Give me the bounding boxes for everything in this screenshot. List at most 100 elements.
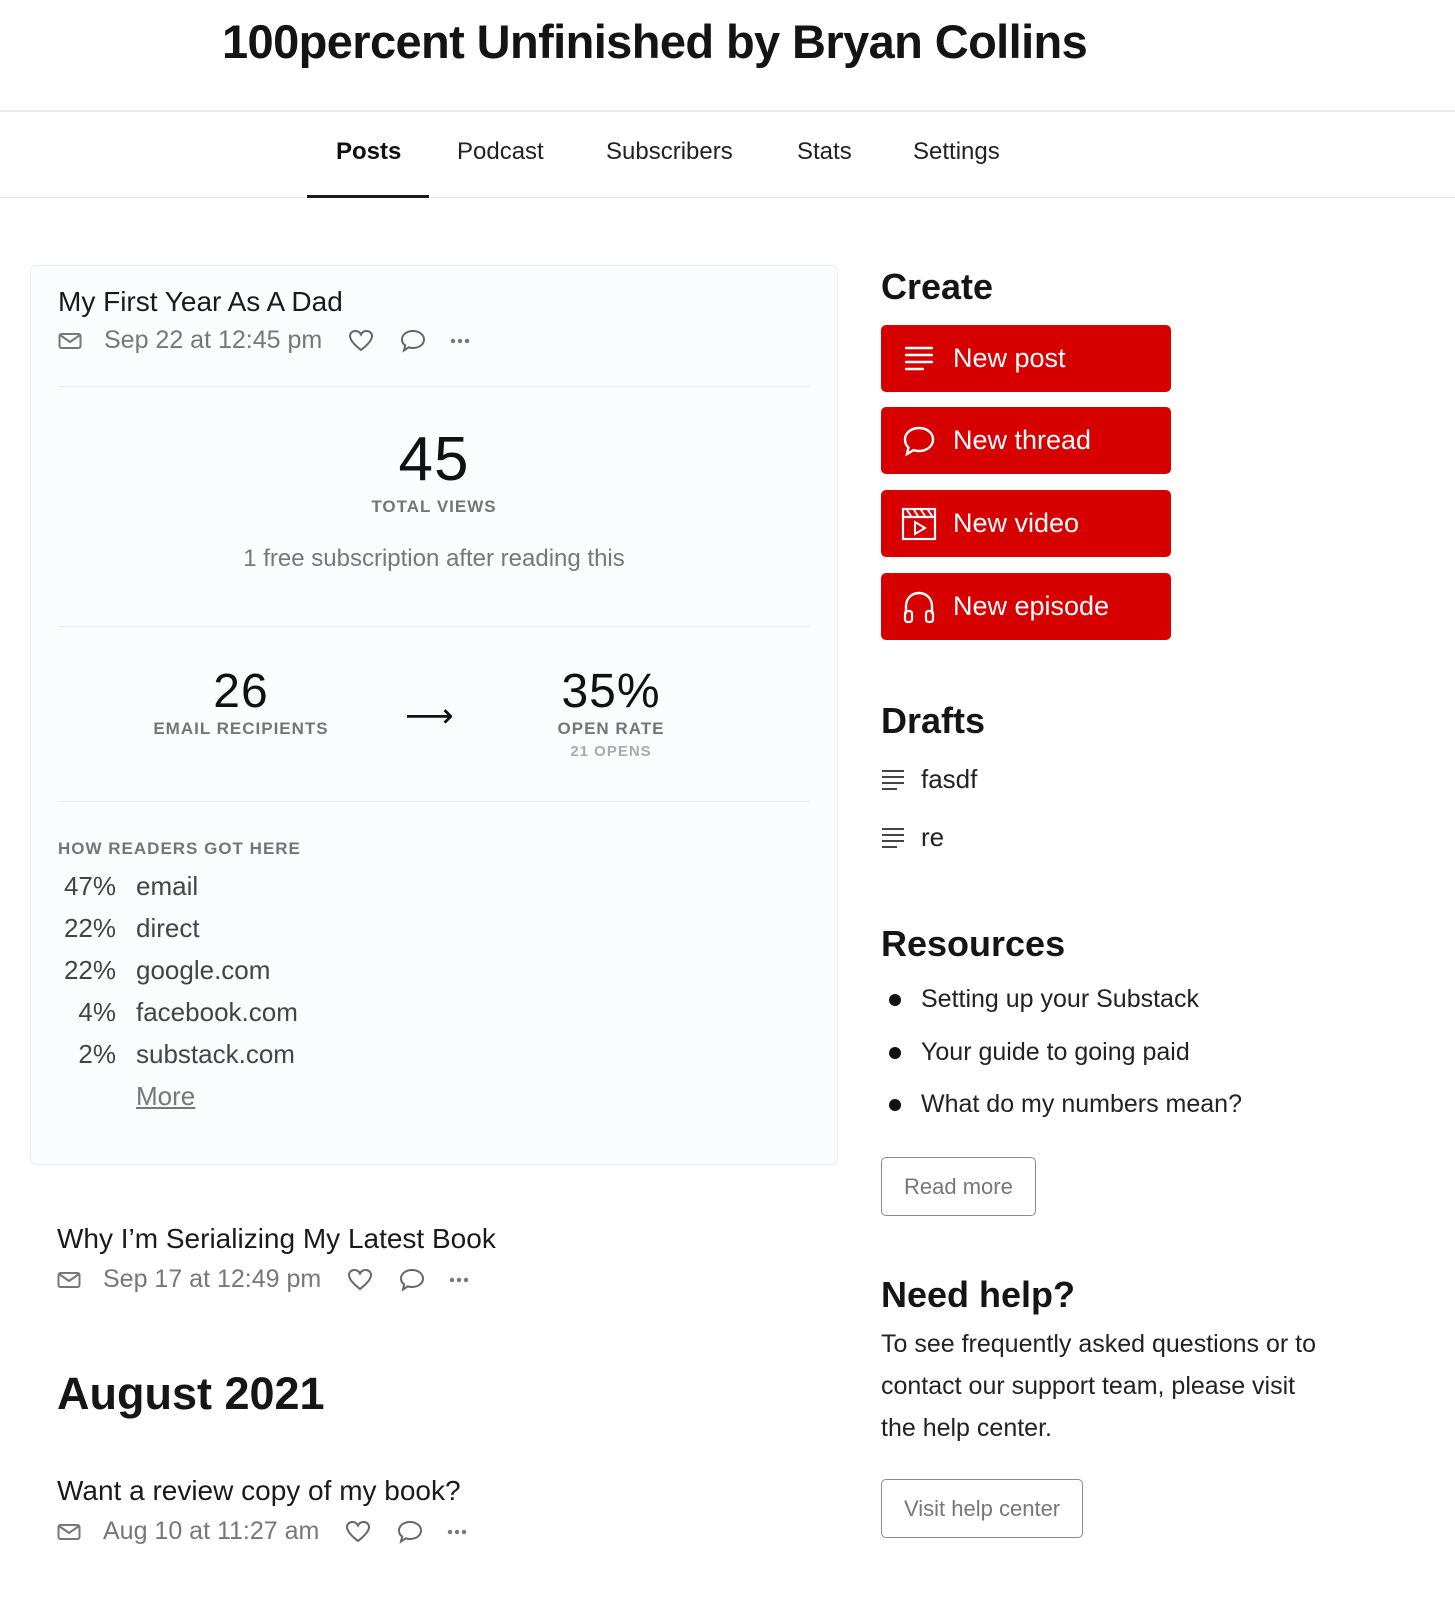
draft-lines-icon <box>881 826 907 850</box>
more-icon[interactable] <box>447 1529 467 1535</box>
post-date: Aug 10 at 11:27 am <box>103 1517 320 1545</box>
tab-podcast[interactable]: Podcast <box>457 138 544 198</box>
referrer-row: 22% direct <box>58 907 301 949</box>
open-rate-label: OPEN RATE <box>557 719 665 738</box>
draft-item[interactable]: re <box>881 822 944 853</box>
featured-post-card: My First Year As A Dad Sep 22 at 12:45 p… <box>30 265 838 1165</box>
resource-label: What do my numbers mean? <box>921 1090 1242 1118</box>
new-episode-button[interactable]: New episode <box>881 573 1171 640</box>
referrer-source: email <box>136 870 199 901</box>
new-thread-label: New thread <box>953 425 1092 455</box>
draft-title: re <box>921 822 945 852</box>
new-episode-label: New episode <box>953 591 1110 621</box>
total-views-label: TOTAL VIEWS <box>371 497 497 516</box>
drafts-heading: Drafts <box>881 700 986 741</box>
referrer-source: facebook.com <box>136 996 298 1027</box>
publication-header: 100percent Unfinished by Bryan Collins <box>0 0 1455 112</box>
new-video-label: New video <box>953 508 1080 538</box>
more-referrers-link[interactable]: More <box>136 1081 195 1112</box>
post-title[interactable]: Want a review copy of my book? <box>57 1475 467 1507</box>
email-recipients-value: 26 <box>213 665 269 718</box>
draft-title: fasdf <box>921 764 978 794</box>
open-rate-value: 35% <box>561 665 661 718</box>
email-recipients-block: 26 EMAIL RECIPIENTS <box>141 664 341 739</box>
new-post-label: New post <box>953 343 1066 373</box>
post-meta: Sep 22 at 12:45 pm <box>58 326 470 355</box>
referrer-pct: 47% <box>63 870 116 901</box>
month-heading: August 2021 <box>57 1368 325 1419</box>
tab-settings[interactable]: Settings <box>913 138 1000 198</box>
arrow-icon: ⟶ <box>405 697 454 735</box>
help-text: To see frequently asked questions or to … <box>881 1330 1316 1442</box>
subscription-note: 1 free subscription after reading this <box>243 545 625 572</box>
thread-bubble-icon <box>901 423 937 459</box>
more-icon[interactable] <box>450 338 470 344</box>
email-recipients-label: EMAIL RECIPIENTS <box>153 719 329 738</box>
card-divider <box>58 386 810 387</box>
referrer-source: direct <box>136 912 200 943</box>
referrer-row: 4% facebook.com <box>58 991 301 1033</box>
bullet-icon <box>889 1046 901 1059</box>
post-item: Why I’m Serializing My Latest Book Sep 1… <box>57 1223 496 1294</box>
new-post-button[interactable]: New post <box>881 325 1171 392</box>
heart-icon[interactable] <box>347 1268 373 1292</box>
active-tab-indicator <box>307 195 429 198</box>
email-icon <box>58 332 82 350</box>
referrer-pct: 4% <box>78 996 116 1027</box>
resource-label: Setting up your Substack <box>921 985 1199 1013</box>
card-divider <box>58 626 810 627</box>
post-meta: Sep 17 at 12:49 pm <box>57 1265 496 1294</box>
new-video-button[interactable]: New video <box>881 490 1171 557</box>
referrer-pct: 22% <box>63 954 116 985</box>
comment-icon[interactable] <box>400 329 426 353</box>
comment-icon[interactable] <box>399 1268 425 1292</box>
referrer-pct: 22% <box>63 912 116 943</box>
resource-link[interactable]: What do my numbers mean? <box>881 1090 1242 1119</box>
new-thread-button[interactable]: New thread <box>881 407 1171 474</box>
more-icon[interactable] <box>449 1277 469 1283</box>
resource-link[interactable]: Setting up your Substack <box>881 985 1199 1014</box>
read-more-button[interactable]: Read more <box>881 1157 1036 1216</box>
post-date: Sep 17 at 12:49 pm <box>103 1265 322 1293</box>
referrers-section: HOW READERS GOT HERE 47% email 22% direc… <box>58 839 301 1117</box>
open-rate-block: 35% OPEN RATE 21 OPENS <box>511 664 711 760</box>
total-views-block: 45 TOTAL VIEWS 1 free subscription after… <box>31 424 837 573</box>
total-views-value: 45 <box>398 425 470 494</box>
bullet-icon <box>889 993 901 1006</box>
tab-posts[interactable]: Posts <box>336 138 401 198</box>
draft-lines-icon <box>881 768 907 792</box>
referrers-heading: HOW READERS GOT HERE <box>58 839 301 858</box>
email-icon <box>57 1271 81 1289</box>
referrer-row: 2% substack.com <box>58 1033 301 1075</box>
visit-help-center-button[interactable]: Visit help center <box>881 1479 1084 1538</box>
tab-stats[interactable]: Stats <box>797 138 852 198</box>
post-item: Want a review copy of my book? Aug 10 at… <box>57 1475 467 1546</box>
heart-icon[interactable] <box>348 329 374 353</box>
tab-subscribers[interactable]: Subscribers <box>606 138 733 198</box>
card-divider <box>58 801 810 802</box>
video-clapper-icon <box>901 506 937 542</box>
comment-icon[interactable] <box>397 1520 423 1544</box>
referrer-row: 47% email <box>58 865 301 907</box>
post-lines-icon <box>901 341 937 377</box>
create-heading: Create <box>881 266 994 307</box>
referrer-row: More <box>58 1075 301 1117</box>
nav-tabs: Posts Podcast Subscribers Stats Settings <box>0 112 1455 198</box>
post-meta: Aug 10 at 11:27 am <box>57 1517 467 1546</box>
referrer-pct: 2% <box>78 1038 116 1069</box>
referrer-source: substack.com <box>136 1038 295 1069</box>
bullet-icon <box>889 1098 901 1111</box>
draft-item[interactable]: fasdf <box>881 764 977 795</box>
email-icon <box>57 1523 81 1541</box>
help-heading: Need help? <box>881 1274 1076 1315</box>
referrer-source: google.com <box>136 954 271 985</box>
referrer-row: 22% google.com <box>58 949 301 991</box>
post-title[interactable]: Why I’m Serializing My Latest Book <box>57 1223 496 1255</box>
heart-icon[interactable] <box>345 1520 371 1544</box>
resources-heading: Resources <box>881 923 1066 964</box>
resource-link[interactable]: Your guide to going paid <box>881 1038 1190 1067</box>
publication-title[interactable]: 100percent Unfinished by Bryan Collins <box>222 14 1088 69</box>
opens-count: 21 OPENS <box>570 743 652 760</box>
post-title[interactable]: My First Year As A Dad <box>58 286 343 318</box>
resource-label: Your guide to going paid <box>921 1038 1190 1066</box>
